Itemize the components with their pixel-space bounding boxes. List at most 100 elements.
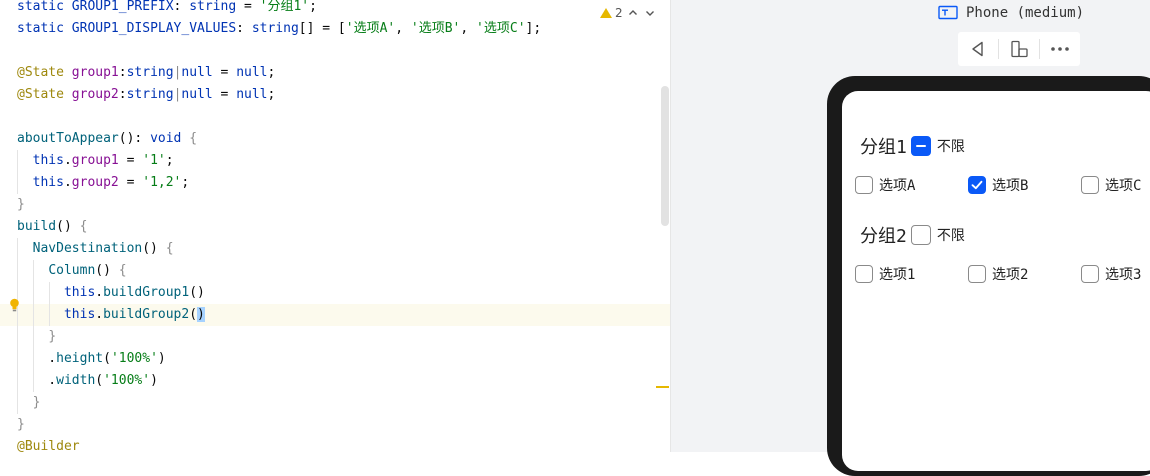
code-line[interactable]: } [0,326,670,348]
code-line[interactable]: build() { [0,216,670,238]
device-selector[interactable]: Phone (medium) [938,5,1084,21]
code-token: string [126,87,174,102]
code-line[interactable]: NavDestination() { [0,238,670,260]
code-line[interactable]: @Builder [0,436,670,452]
code-token: GROUP1_DISPLAY_VALUES [71,21,237,36]
code-token: = [118,175,143,190]
code-token: buildGroup1 [103,285,190,300]
code-token: ; [267,87,276,102]
indent-guide [17,260,18,282]
code-token: , [395,21,411,36]
group2-title: 分组2 [860,226,907,247]
code-line[interactable]: } [0,194,670,216]
more-dots-icon [1051,47,1069,51]
code-token: void [150,131,190,146]
code-token: @State [17,65,72,80]
code-lines[interactable]: static GROUP1_PREFIX: string = '分组1'; sta… [0,0,670,452]
device-label: Phone (medium) [966,5,1085,21]
code-token: '选项A' [345,21,396,36]
code-line[interactable]: Column() { [0,260,670,282]
group2-option-1[interactable]: 选项1 [855,264,915,284]
indent-guide [17,238,18,260]
code-token: = [212,87,237,102]
code-token: () [142,241,166,256]
indent-guide [17,348,18,370]
indent-guide [49,304,50,326]
code-token: } [48,329,57,344]
rotate-device-button[interactable] [999,32,1039,66]
group2-option-3[interactable]: 选项3 [1081,264,1141,284]
code-token: { [79,219,88,234]
code-line[interactable]: this.buildGroup2() [0,304,670,326]
code-token: group2 [71,87,119,102]
code-line[interactable]: this.group2 = '1,2'; [0,172,670,194]
code-line[interactable] [0,106,670,128]
code-token: { [165,241,174,256]
code-line[interactable]: } [0,392,670,414]
code-token: ; [267,65,276,80]
code-token: string [126,65,174,80]
code-token: : [236,21,252,36]
group1-option-c[interactable]: 选项C [1081,175,1141,195]
code-token: null [236,65,268,80]
checkbox-unchecked[interactable] [855,176,873,194]
preview-toolbar [958,32,1080,66]
code-line[interactable]: .height('100%') [0,348,670,370]
code-line[interactable]: this.buildGroup1() [0,282,670,304]
code-line[interactable]: static GROUP1_DISPLAY_VALUES: string[] =… [0,18,670,40]
code-token: null [181,87,213,102]
checkbox-unchecked[interactable] [968,265,986,283]
checkbox-unchecked[interactable] [855,265,873,283]
code-token: (): [118,131,151,146]
code-token: : [118,87,127,102]
checkbox-checked[interactable] [968,176,986,194]
code-token: build [17,219,57,234]
back-button[interactable] [958,32,998,66]
indent-guide [49,282,50,304]
code-token: , [460,21,477,36]
code-token: this [63,285,96,300]
group2-option-2[interactable]: 选项2 [968,264,1028,284]
group1-select-all-checkbox[interactable] [910,136,931,156]
code-token: group2 [71,175,119,190]
indent-guide [33,260,34,282]
back-triangle-icon [972,41,983,57]
code-token: ( [189,307,198,322]
lightbulb-icon[interactable] [9,298,20,312]
code-line[interactable]: aboutToAppear(): void { [0,128,670,150]
chevron-up-icon[interactable] [626,6,640,20]
code-token: static [17,0,72,14]
code-token: group1 [71,65,119,80]
group1-option-b[interactable]: 选项B [968,175,1028,195]
code-token: ]; [525,21,542,36]
more-options-button[interactable] [1040,32,1080,66]
code-token: ) [157,351,166,366]
editor-scrollbar-thumb[interactable] [661,86,669,226]
code-token: '分组1' [259,0,310,14]
code-editor[interactable]: static GROUP1_PREFIX: string = '分组1'; sta… [0,0,670,452]
code-line[interactable]: } [0,414,670,436]
inspection-widget[interactable]: 2 [600,6,657,20]
code-line[interactable]: this.group1 = '1'; [0,150,670,172]
code-line[interactable]: static GROUP1_PREFIX: string = '分组1'; [0,0,670,18]
checkbox-unchecked[interactable] [1081,176,1099,194]
code-line[interactable] [0,40,670,62]
code-token: '100%' [103,373,151,388]
code-token: ) [197,307,205,322]
code-token: this [32,175,64,190]
warning-stripe-marker[interactable] [656,386,669,388]
group2-select-all-checkbox[interactable] [910,225,931,245]
indent-guide [33,282,34,304]
code-line[interactable]: @State group2:string|null = null; [0,84,670,106]
chevron-down-icon[interactable] [643,6,657,20]
checkmark-icon [971,180,983,190]
code-token: width [56,373,96,388]
group1-option-a[interactable]: 选项A [855,175,915,195]
checkbox-unchecked[interactable] [1081,265,1099,283]
code-line[interactable]: .width('100%') [0,370,670,392]
code-line[interactable]: @State group1:string|null = null; [0,62,670,84]
code-token: { [189,131,198,146]
code-token: height [56,351,104,366]
